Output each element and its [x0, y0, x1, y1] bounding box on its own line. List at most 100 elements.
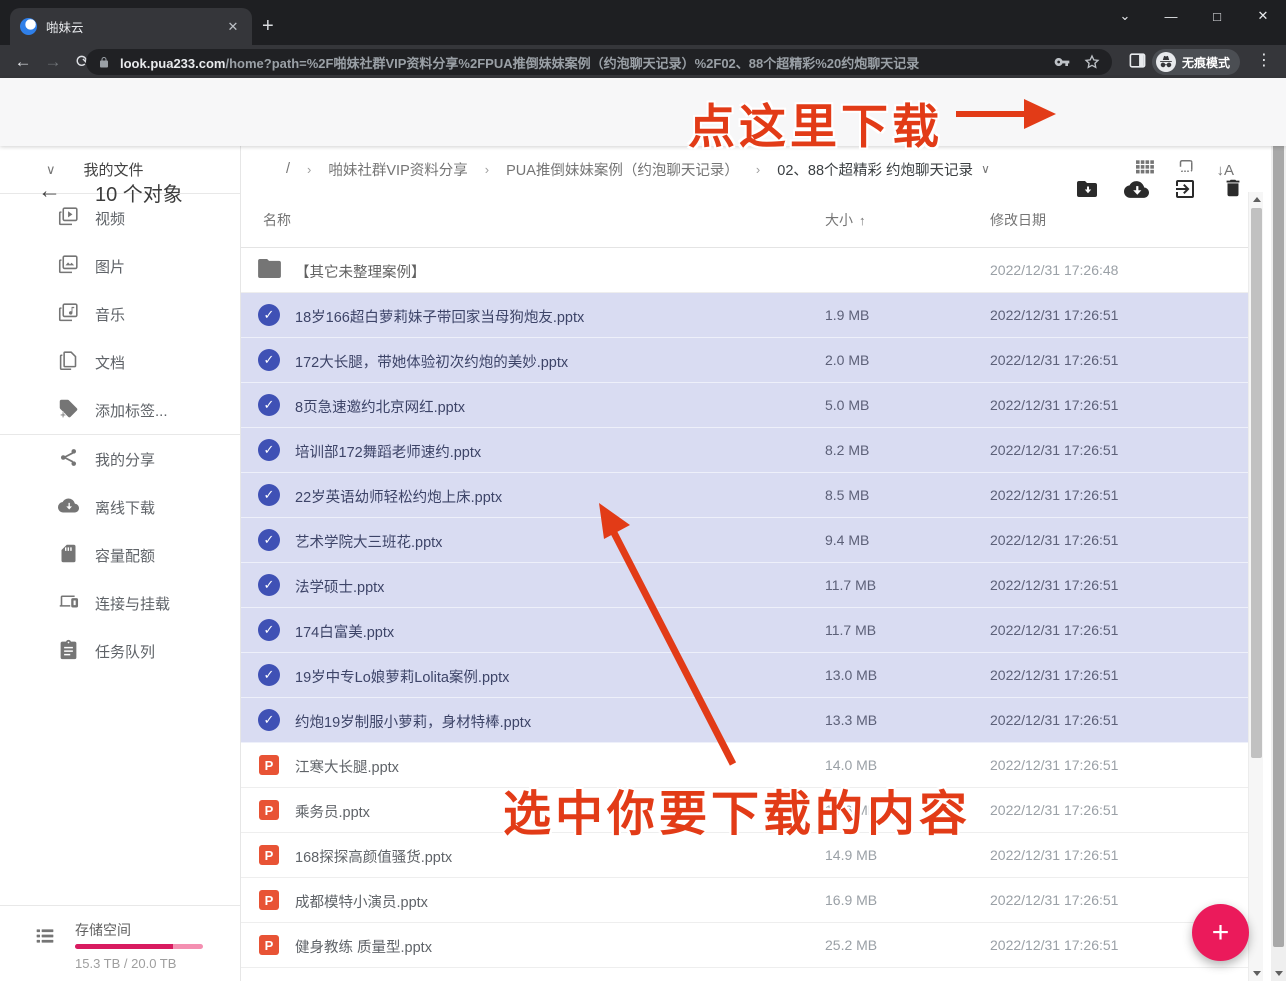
lock-icon[interactable]: [98, 56, 110, 69]
password-key-icon[interactable]: [1054, 54, 1070, 70]
file-name[interactable]: 【其它未整理案例】: [295, 261, 426, 282]
table-row[interactable]: ✓约炮19岁制服小萝莉，身材特棒.pptx13.3 MB2022/12/31 1…: [241, 698, 1248, 743]
back-icon[interactable]: ←: [8, 52, 38, 72]
file-name[interactable]: 乘务员.pptx: [295, 801, 370, 822]
column-header-date[interactable]: 修改日期: [990, 210, 1046, 230]
column-header-name[interactable]: 名称: [263, 210, 291, 230]
file-name[interactable]: 培训部172舞蹈老师速约.pptx: [295, 441, 481, 462]
table-row[interactable]: 【其它未整理案例】 2022/12/31 17:26:48: [241, 248, 1248, 293]
window-maximize-button[interactable]: □: [1194, 9, 1240, 24]
list-scrollbar-thumb[interactable]: [1251, 208, 1262, 758]
file-name[interactable]: 约炮19岁制服小萝莉，身材特棒.pptx: [295, 711, 531, 732]
storage-progress-bar: [75, 944, 203, 949]
browser-tab[interactable]: 啪妹云 ✕: [10, 8, 252, 45]
file-name[interactable]: 18岁166超白萝莉妹子带回家当母狗炮友.pptx: [295, 306, 584, 327]
selected-check-icon[interactable]: ✓: [258, 619, 281, 642]
storage-summary: 存储空间 15.3 TB / 20.0 TB: [0, 905, 240, 981]
file-size: 8.5 MB: [825, 487, 869, 503]
selected-check-icon[interactable]: ✓: [258, 529, 281, 552]
tab-search-icon[interactable]: ⌄: [1102, 8, 1148, 24]
table-row[interactable]: P健身教练 质量型.pptx25.2 MB2022/12/31 17:26:51: [241, 923, 1248, 968]
file-name[interactable]: 法学硕士.pptx: [295, 576, 384, 597]
sidebar-item-share[interactable]: 我的分享: [0, 435, 240, 483]
file-name[interactable]: 成都模特小演员.pptx: [295, 891, 428, 912]
window-minimize-button[interactable]: —: [1148, 9, 1194, 24]
file-name[interactable]: 8页急速邀约北京网红.pptx: [295, 396, 465, 417]
breadcrumb-item[interactable]: /: [286, 161, 290, 177]
selected-check-icon[interactable]: ✓: [258, 349, 281, 372]
selected-check-icon[interactable]: ✓: [258, 664, 281, 687]
add-fab-button[interactable]: +: [1192, 904, 1249, 961]
table-row[interactable]: ✓法学硕士.pptx11.7 MB2022/12/31 17:26:51: [241, 563, 1248, 608]
file-name[interactable]: 艺术学院大三班花.pptx: [295, 531, 442, 552]
sidebar-item-document[interactable]: 文档: [0, 338, 240, 386]
table-row[interactable]: ✓艺术学院大三班花.pptx9.4 MB2022/12/31 17:26:51: [241, 518, 1248, 563]
sidebar-item-tag-add[interactable]: 添加标签...: [0, 386, 240, 434]
selected-check-icon[interactable]: ✓: [258, 709, 281, 732]
new-tab-button[interactable]: +: [262, 14, 274, 38]
selected-check-icon[interactable]: ✓: [258, 304, 281, 327]
forward-icon[interactable]: →: [38, 52, 68, 72]
file-name[interactable]: 174白富美.pptx: [295, 621, 394, 642]
table-row[interactable]: ✓培训部172舞蹈老师速约.pptx8.2 MB2022/12/31 17:26…: [241, 428, 1248, 473]
scroll-down-icon[interactable]: [1271, 966, 1286, 981]
browser-menu-icon[interactable]: ⋮: [1256, 50, 1272, 70]
file-name[interactable]: 22岁英语幼师轻松约炮上床.pptx: [295, 486, 502, 507]
selected-check-icon[interactable]: ✓: [258, 394, 281, 417]
selected-check-icon[interactable]: ✓: [258, 574, 281, 597]
sort-asc-icon: ↑: [859, 213, 866, 228]
scroll-up-icon[interactable]: [1249, 192, 1264, 207]
side-panel-icon[interactable]: [1128, 51, 1147, 75]
page-scrollbar[interactable]: [1271, 78, 1286, 981]
file-date: 2022/12/31 17:26:51: [990, 892, 1118, 908]
table-row[interactable]: ✓18岁166超白萝莉妹子带回家当母狗炮友.pptx1.9 MB2022/12/…: [241, 293, 1248, 338]
file-name[interactable]: 江寒大长腿.pptx: [295, 756, 399, 777]
table-row[interactable]: P成都模特小演员.pptx16.9 MB2022/12/31 17:26:51: [241, 878, 1248, 923]
selection-back-icon[interactable]: ←: [38, 177, 61, 204]
breadcrumb-separator-icon: ›: [485, 162, 489, 177]
storage-icon: [34, 926, 56, 951]
address-bar[interactable]: look.pua233.com/home?path=%2F啪妹社群VIP资料分享…: [86, 49, 1112, 75]
folder-menu-caret-icon[interactable]: ∨: [981, 162, 990, 176]
file-size: 16.9 MB: [825, 892, 877, 908]
bookmark-star-icon[interactable]: [1084, 54, 1100, 70]
file-name[interactable]: 168探探高颜值骚货.pptx: [295, 846, 452, 867]
table-row[interactable]: ✓174白富美.pptx11.7 MB2022/12/31 17:26:51: [241, 608, 1248, 653]
sidebar-item-image[interactable]: 图片: [0, 242, 240, 290]
breadcrumb-item[interactable]: 02、88个超精彩 约炮聊天记录: [777, 159, 973, 180]
file-name[interactable]: 19岁中专Lo娘萝莉Lolita案例.pptx: [295, 666, 509, 687]
breadcrumb-item[interactable]: 啪妹社群VIP资料分享: [328, 159, 467, 180]
file-date: 2022/12/31 17:26:48: [990, 262, 1118, 278]
page-scrollbar-thumb[interactable]: [1273, 95, 1284, 947]
selected-check-icon[interactable]: ✓: [258, 439, 281, 462]
delete-icon[interactable]: [1222, 177, 1246, 201]
tab-close-icon[interactable]: ✕: [224, 18, 242, 36]
table-row[interactable]: ✓19岁中专Lo娘萝莉Lolita案例.pptx13.0 MB2022/12/3…: [241, 653, 1248, 698]
file-size: 14.9 MB: [825, 847, 877, 863]
sidebar-item-task-queue[interactable]: 任务队列: [0, 627, 240, 675]
file-name[interactable]: 健身教练 质量型.pptx: [295, 936, 432, 957]
share-icon: [58, 447, 95, 472]
file-date: 2022/12/31 17:26:51: [990, 397, 1118, 413]
cloud-download-action-icon[interactable]: [1124, 177, 1148, 201]
table-row[interactable]: ✓22岁英语幼师轻松约炮上床.pptx8.5 MB2022/12/31 17:2…: [241, 473, 1248, 518]
sort-icon[interactable]: ↓A: [1216, 162, 1234, 179]
column-header-size[interactable]: 大小↑: [825, 210, 866, 230]
table-row[interactable]: ✓8页急速邀约北京网红.pptx5.0 MB2022/12/31 17:26:5…: [241, 383, 1248, 428]
scroll-down-icon[interactable]: [1249, 966, 1264, 981]
breadcrumb-item[interactable]: PUA推倒妹妹案例（约泡聊天记录）: [506, 159, 739, 180]
window-close-button[interactable]: ✕: [1240, 8, 1286, 24]
music-icon: [58, 302, 95, 327]
sidebar-item-cloud-download[interactable]: 离线下载: [0, 483, 240, 531]
sidebar-item-music[interactable]: 音乐: [0, 290, 240, 338]
file-name[interactable]: 172大长腿，带她体验初次约炮的美妙.pptx: [295, 351, 568, 372]
sidebar-item-devices[interactable]: 连接与挂载: [0, 579, 240, 627]
selected-check-icon[interactable]: ✓: [258, 484, 281, 507]
table-row[interactable]: ✓172大长腿，带她体验初次约炮的美妙.pptx2.0 MB2022/12/31…: [241, 338, 1248, 383]
sidebar-item-label: 容量配额: [95, 545, 155, 566]
move-exit-icon[interactable]: [1173, 177, 1197, 201]
sidebar-item-sd-card[interactable]: 容量配额: [0, 531, 240, 579]
download-archive-icon[interactable]: [1075, 177, 1099, 201]
file-date: 2022/12/31 17:26:51: [990, 532, 1118, 548]
list-scrollbar[interactable]: [1248, 192, 1263, 981]
